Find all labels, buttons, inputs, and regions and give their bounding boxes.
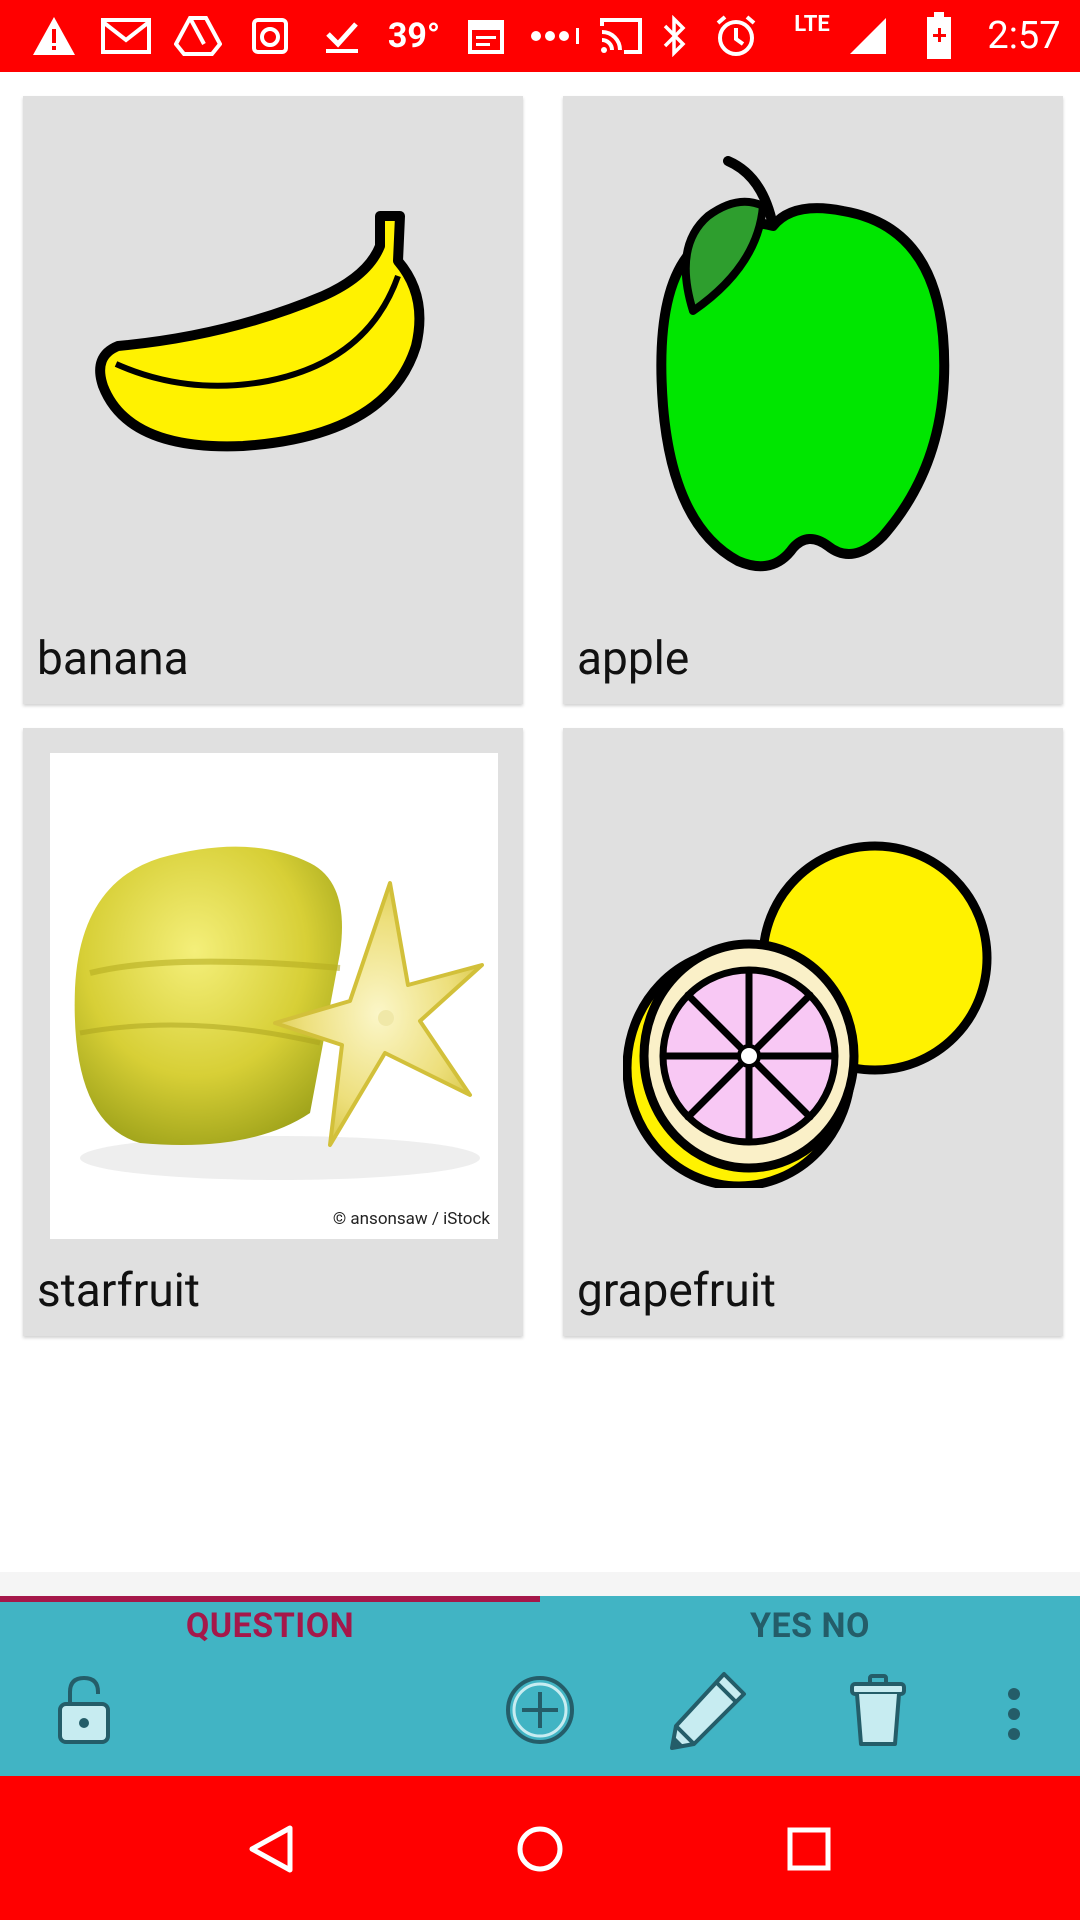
apple-image	[656, 156, 950, 572]
recents-icon[interactable]	[764, 1804, 854, 1894]
pencil-icon[interactable]	[664, 1668, 750, 1756]
bluetooth-icon	[660, 0, 690, 72]
cast-icon	[596, 0, 646, 72]
home-icon[interactable]	[495, 1804, 585, 1894]
tab-yes-no[interactable]: YES NO	[540, 1596, 1080, 1656]
more-dots-icon	[530, 0, 582, 72]
navigation-bar	[0, 1776, 1080, 1920]
card-label: banana	[37, 632, 189, 686]
grapefruit-image	[623, 841, 992, 1188]
card-apple[interactable]: apple	[563, 96, 1063, 704]
camera-icon	[248, 0, 292, 72]
starfruit-photo: © ansonsaw / iStock	[50, 753, 498, 1239]
network-type: LTE	[794, 12, 830, 37]
card-starfruit[interactable]: © ansonsaw / iStock starfruit	[23, 728, 523, 1336]
status-bar: 39° LTE 2:57	[0, 0, 1080, 72]
clock: 2:57	[987, 14, 1061, 58]
back-icon[interactable]	[226, 1804, 316, 1894]
signal-icon	[846, 0, 890, 72]
card-grapefruit[interactable]: grapefruit	[563, 728, 1063, 1336]
photo-credit: © ansonsaw / iStock	[332, 1209, 490, 1229]
drive-icon	[172, 0, 224, 72]
lock-open-icon[interactable]	[54, 1674, 114, 1750]
card-banana[interactable]: banana	[23, 96, 523, 704]
gmail-icon	[98, 0, 154, 72]
content-divider	[0, 1572, 1080, 1596]
alarm-icon	[712, 0, 760, 72]
temperature: 39°	[387, 16, 441, 56]
more-vert-icon[interactable]	[1000, 1688, 1028, 1744]
banana-image	[95, 211, 425, 452]
card-label: starfruit	[37, 1264, 200, 1318]
bottom-panel: QUESTION YES NO	[0, 1596, 1080, 1776]
battery-icon	[924, 0, 954, 72]
card-label: apple	[577, 632, 690, 686]
calendar-icon	[462, 0, 510, 72]
download-done-icon	[318, 0, 366, 72]
card-label: grapefruit	[577, 1264, 776, 1318]
warning-icon	[28, 0, 80, 72]
add-circle-icon[interactable]	[504, 1674, 576, 1750]
tab-question[interactable]: QUESTION	[0, 1596, 540, 1656]
trash-icon[interactable]	[850, 1674, 906, 1752]
